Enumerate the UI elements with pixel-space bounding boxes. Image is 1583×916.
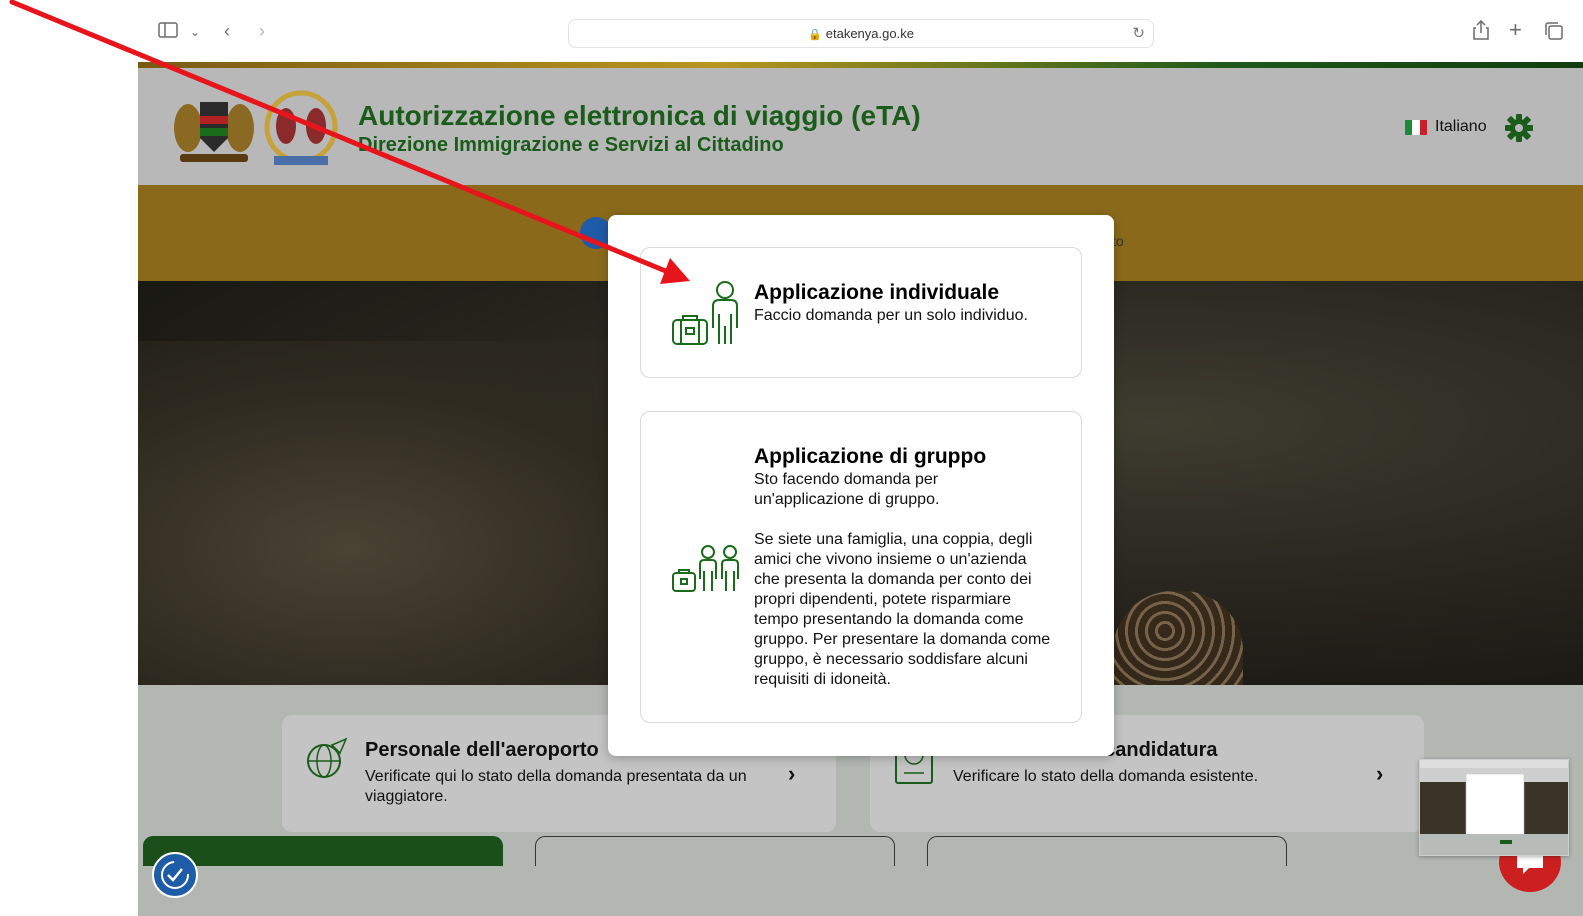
sidebar-toggle-icon[interactable] <box>158 22 178 42</box>
chevron-right-icon[interactable]: › <box>1376 761 1383 787</box>
site-header: Autorizzazione elettronica di viaggio (e… <box>138 68 1583 185</box>
forward-icon[interactable]: › <box>259 21 265 41</box>
accessibility-icon[interactable] <box>152 852 198 898</box>
chevron-down-icon[interactable]: ⌄ <box>190 22 200 42</box>
individual-option-description: Faccio domanda per un solo individuo. <box>754 307 1028 324</box>
airport-card-description: Verificate qui lo stato della domanda pr… <box>365 768 747 805</box>
bottom-action-button-3[interactable] <box>927 836 1287 866</box>
site-title: Autorizzazione elettronica di viaggio (e… <box>358 100 921 131</box>
kenya-coat-of-arms-logo <box>170 88 258 168</box>
reload-icon[interactable]: ↻ <box>1132 24 1145 42</box>
browser-toolbar: ⌄ ‹ › 🔒 etakenya.go.ke ↻ + <box>0 0 1583 62</box>
check-card-description: Verificare lo stato della domanda esiste… <box>953 768 1259 785</box>
giraffe-image <box>1113 591 1243 691</box>
group-option-description: Sto facendo domanda per un'applicazione … <box>754 471 940 508</box>
application-type-modal: Applicazione individuale Faccio domanda … <box>608 215 1114 756</box>
back-icon[interactable]: ‹ <box>224 21 230 41</box>
address-bar[interactable]: 🔒 etakenya.go.ke ↻ <box>568 19 1154 48</box>
group-option-details: Se siete una famiglia, una coppia, degli… <box>754 531 1051 688</box>
italian-flag-icon <box>1405 119 1427 135</box>
globe-plane-icon <box>304 737 348 781</box>
single-traveler-icon <box>671 280 741 353</box>
gear-icon[interactable] <box>1505 114 1533 142</box>
site-subtitle: Direzione Immigrazione e Servizi al Citt… <box>358 134 784 156</box>
group-application-option[interactable]: Applicazione di gruppo Sto facendo doman… <box>640 411 1082 723</box>
lock-icon: 🔒 <box>808 29 822 41</box>
share-icon[interactable] <box>1472 19 1490 44</box>
bottom-action-button-1[interactable] <box>143 836 503 866</box>
tabs-overview-icon[interactable] <box>1545 22 1563 44</box>
group-option-title: Applicazione di gruppo <box>754 445 987 468</box>
individual-application-option[interactable]: Applicazione individuale Faccio domanda … <box>640 247 1082 378</box>
url-text: etakenya.go.ke <box>825 26 914 41</box>
chevron-right-icon[interactable]: › <box>788 761 795 787</box>
screenshot-thumbnail[interactable] <box>1419 759 1569 856</box>
airport-card-title: Personale dell'aeroporto <box>365 739 599 761</box>
individual-option-title: Applicazione individuale <box>754 281 1000 304</box>
bottom-action-button-2[interactable] <box>535 836 895 866</box>
language-selector[interactable]: Italiano <box>1405 118 1487 136</box>
language-label: Italiano <box>1435 118 1487 135</box>
kenya-immigration-seal-logo <box>260 90 342 168</box>
new-tab-icon[interactable]: + <box>1509 19 1522 41</box>
group-travelers-icon <box>671 545 741 598</box>
